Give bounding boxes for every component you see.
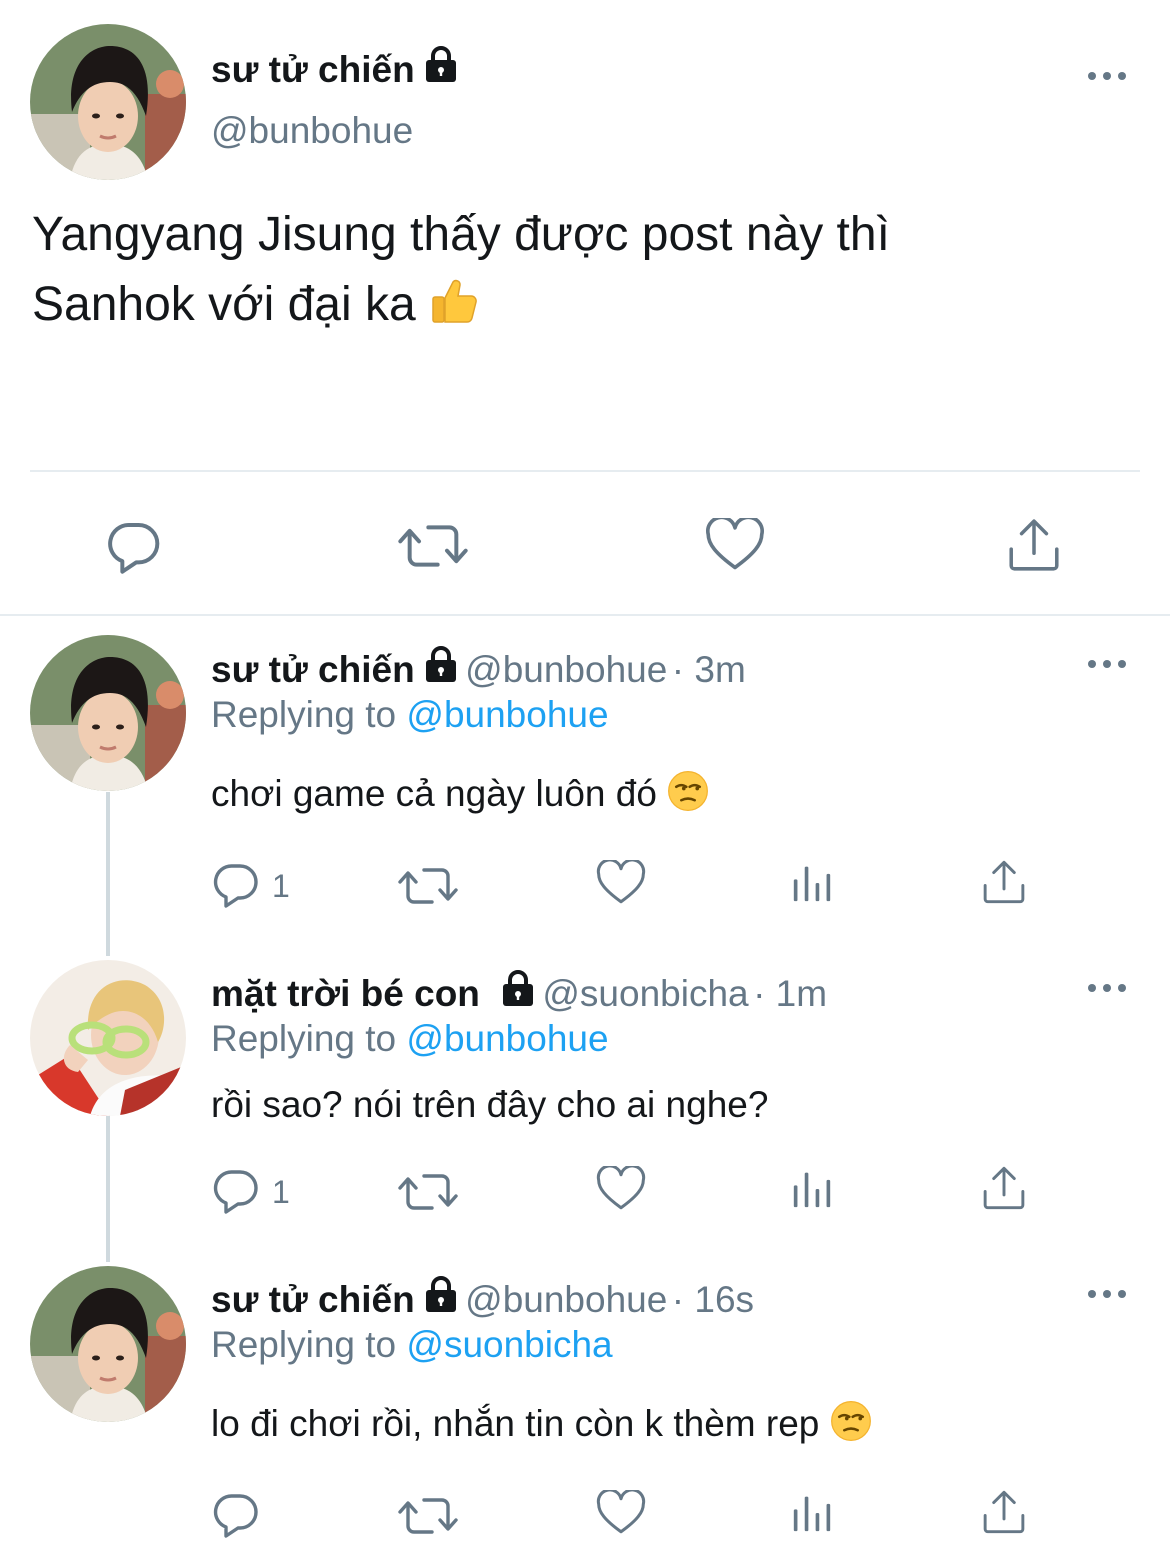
reply-icon[interactable]	[212, 860, 260, 908]
reply-icon[interactable]	[212, 1166, 260, 1214]
analytics-icon[interactable]	[792, 862, 832, 904]
retweet-icon[interactable]	[398, 862, 458, 910]
avatar[interactable]	[30, 960, 186, 1116]
divider	[30, 470, 1140, 472]
timestamp[interactable]: · 1m	[753, 973, 827, 1014]
reply-count: 1	[272, 868, 290, 904]
tweet-text-line-2-words: Sanhok với đại ka	[32, 278, 416, 331]
reply-text: chơi game cả ngày luôn đó	[211, 770, 709, 815]
thread-line	[106, 792, 110, 956]
analytics-icon[interactable]	[792, 1168, 832, 1210]
analytics-icon[interactable]	[792, 1492, 832, 1534]
lock-icon	[421, 1274, 461, 1314]
avatar[interactable]	[30, 635, 186, 791]
reply-icon[interactable]	[106, 518, 162, 574]
timestamp[interactable]: · 16s	[672, 1279, 754, 1320]
retweet-icon[interactable]	[398, 518, 468, 574]
reply-text-content: chơi game cả ngày luôn đó	[211, 773, 657, 814]
thread-line	[106, 1116, 110, 1262]
reply-text-content: lo đi chơi rồi, nhắn tin còn k thèm rep	[211, 1403, 820, 1444]
avatar-image	[30, 24, 186, 180]
unamused-emoji-icon	[667, 770, 709, 812]
like-icon[interactable]	[596, 1490, 646, 1536]
more-options-icon[interactable]	[1088, 658, 1128, 670]
tweet-text-line-1: Yangyang Jisung thấy được post này thì	[32, 208, 890, 261]
reply-header: sư tử chiến @bunbohue · 3m	[211, 644, 746, 691]
display-name[interactable]: sư tử chiến	[211, 649, 415, 690]
replying-to-label: Replying to	[211, 1324, 397, 1365]
user-handle[interactable]: @bunbohue	[211, 110, 413, 152]
more-options-icon[interactable]	[1088, 982, 1128, 994]
avatar[interactable]	[30, 1266, 186, 1422]
avatar-image	[30, 635, 186, 791]
tweet-text-line-2: Sanhok với đại ka	[32, 270, 1132, 340]
reply-text: rồi sao? nói trên đây cho ai nghe?	[211, 1084, 769, 1125]
user-handle[interactable]: @bunbohue	[465, 649, 667, 690]
reply-text: lo đi chơi rồi, nhắn tin còn k thèm rep	[211, 1400, 872, 1445]
avatar-image	[30, 1266, 186, 1422]
share-icon[interactable]	[980, 858, 1028, 906]
more-options-icon[interactable]	[1088, 70, 1128, 82]
avatar[interactable]	[30, 24, 186, 180]
unamused-emoji-icon	[830, 1400, 872, 1442]
mention-link[interactable]: @bunbohue	[406, 694, 608, 735]
tweet-text: Yangyang Jisung thấy được post này thì S…	[32, 200, 1132, 340]
share-icon[interactable]	[1005, 516, 1063, 574]
mention-link[interactable]: @bunbohue	[406, 1018, 608, 1059]
thumbs-up-emoji-icon	[429, 276, 479, 326]
reply-header: sư tử chiến @bunbohue · 16s	[211, 1274, 754, 1321]
like-icon[interactable]	[596, 1166, 646, 1212]
mention-link[interactable]: @suonbicha	[406, 1324, 612, 1365]
like-icon[interactable]	[705, 518, 765, 572]
retweet-icon[interactable]	[398, 1492, 458, 1540]
replying-to: Replying to @bunbohue	[211, 1018, 609, 1060]
timestamp[interactable]: · 3m	[672, 649, 746, 690]
replying-to-label: Replying to	[211, 694, 397, 735]
reply-header: mặt trời bé con @suonbicha · 1m	[211, 968, 827, 1015]
lock-icon	[421, 644, 461, 684]
user-handle[interactable]: @suonbicha	[542, 973, 748, 1014]
share-icon[interactable]	[980, 1488, 1028, 1536]
lock-icon	[498, 968, 538, 1008]
more-options-icon[interactable]	[1088, 1288, 1128, 1300]
like-icon[interactable]	[596, 860, 646, 906]
display-name[interactable]: sư tử chiến	[211, 44, 461, 91]
display-name[interactable]: sư tử chiến	[211, 1279, 415, 1320]
replying-to: Replying to @bunbohue	[211, 694, 609, 736]
display-name-text: sư tử chiến	[211, 49, 415, 90]
replying-to-label: Replying to	[211, 1018, 397, 1059]
retweet-icon[interactable]	[398, 1168, 458, 1216]
section-divider	[0, 614, 1170, 616]
lock-icon	[421, 44, 461, 84]
replying-to: Replying to @suonbicha	[211, 1324, 613, 1366]
reply-icon[interactable]	[212, 1490, 260, 1538]
display-name[interactable]: mặt trời bé con	[211, 973, 480, 1014]
user-handle[interactable]: @bunbohue	[465, 1279, 667, 1320]
avatar-image	[30, 960, 186, 1116]
share-icon[interactable]	[980, 1164, 1028, 1212]
reply-count: 1	[272, 1174, 290, 1210]
